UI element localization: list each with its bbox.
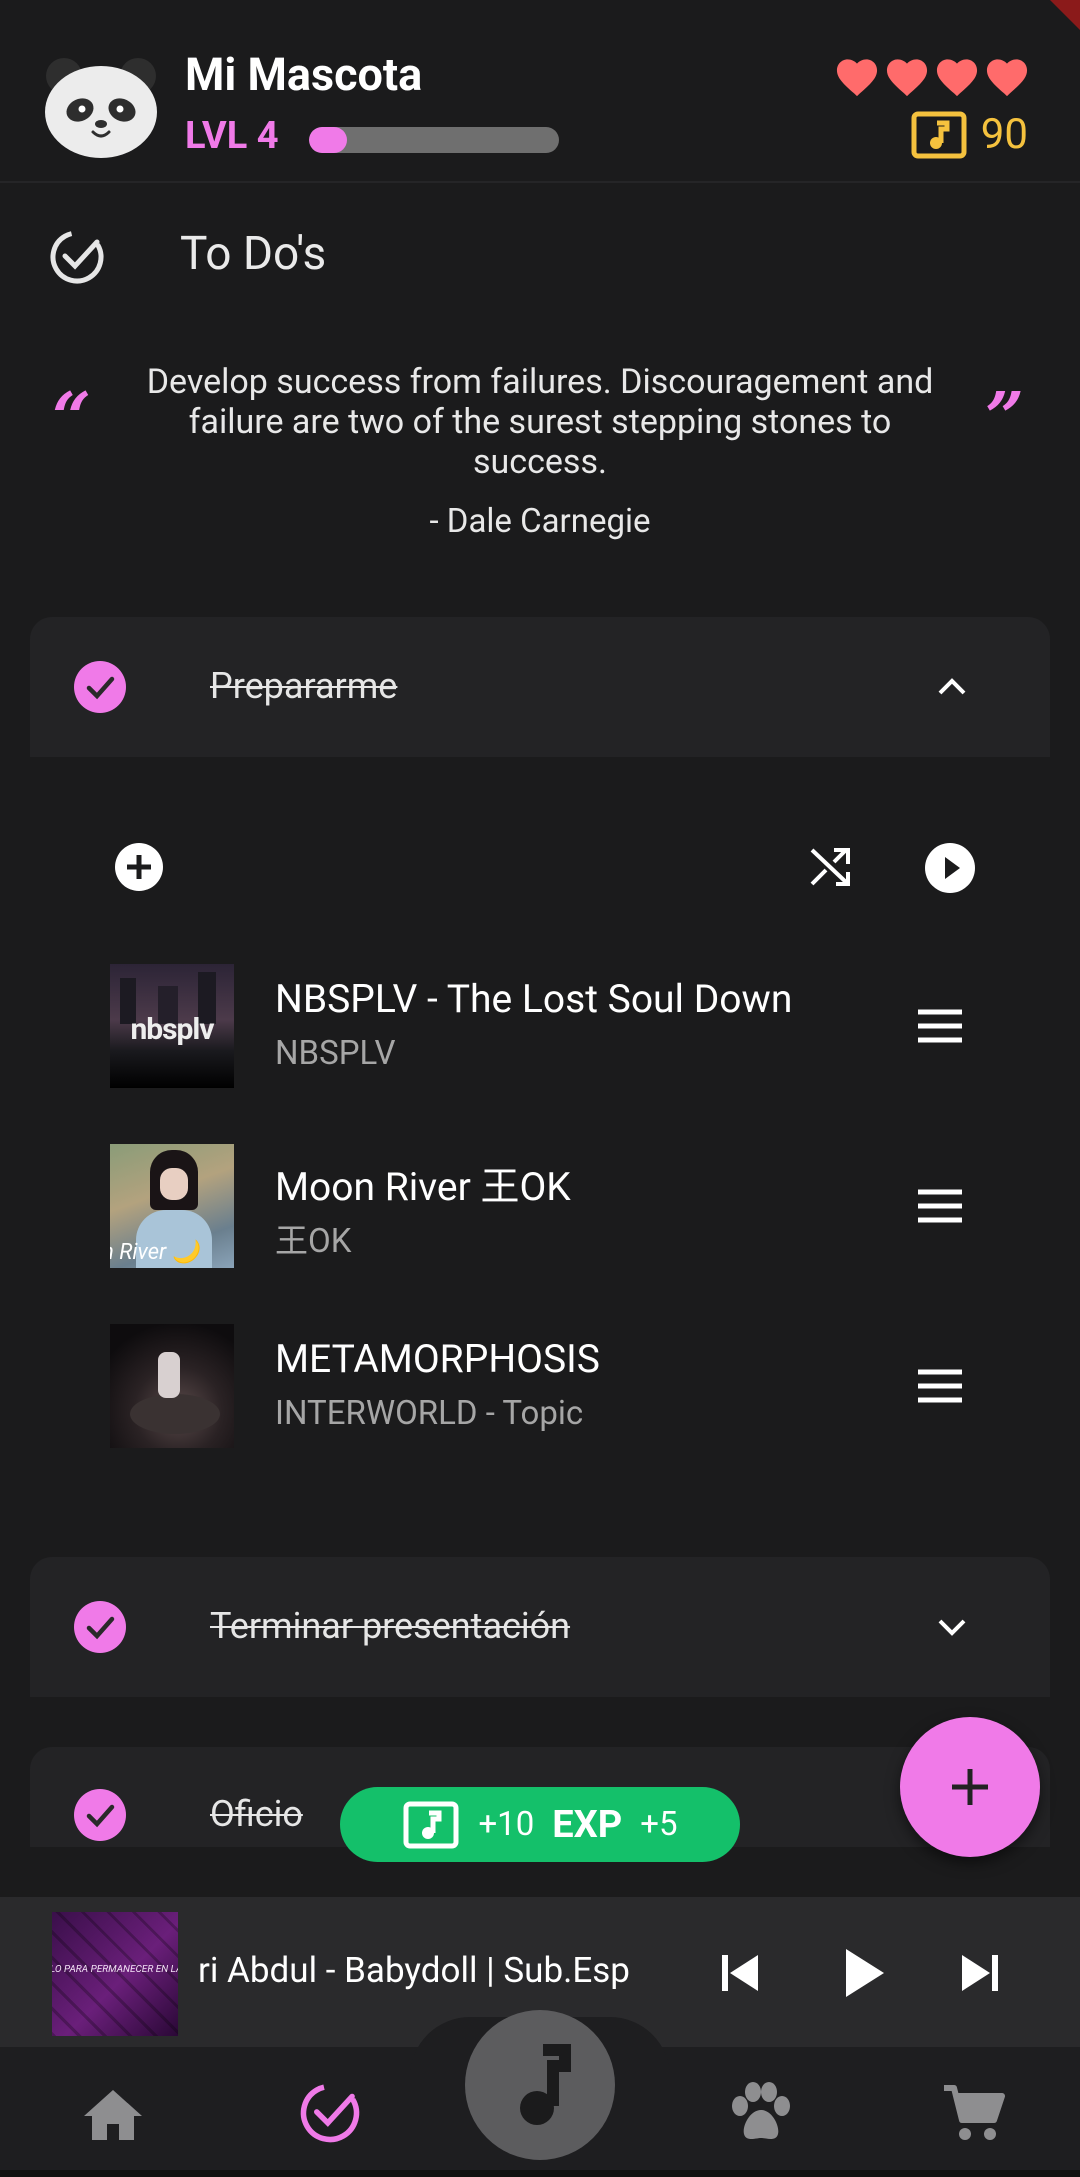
now-playing-thumbnail[interactable]: LO PARA PERMANECER EN LA CI bbox=[52, 1912, 178, 2036]
chevron-down-icon[interactable] bbox=[934, 1609, 970, 1645]
shuffle-icon[interactable] bbox=[806, 842, 854, 890]
xp-progress-fill bbox=[309, 127, 347, 153]
song-title: Moon River 王OK bbox=[275, 1164, 571, 1210]
debug-banner bbox=[1050, 0, 1080, 30]
check-circle-icon[interactable] bbox=[298, 2081, 362, 2145]
app-header: Mi Mascota LVL 4 90 bbox=[0, 0, 1080, 183]
heart-icon bbox=[836, 59, 878, 97]
task-complete-checkbox[interactable] bbox=[74, 661, 126, 713]
song-title: NBSPLV - The Lost Soul Down bbox=[275, 976, 793, 1022]
task-title: Oficio bbox=[210, 1793, 303, 1835]
level-label: LVL 4 bbox=[185, 114, 279, 158]
task-complete-checkbox[interactable] bbox=[74, 1601, 126, 1653]
paw-icon[interactable] bbox=[728, 2082, 794, 2144]
song-artist: 王OK bbox=[275, 1222, 352, 1261]
playlist-song[interactable]: nbsplv NBSPLV - The Lost Soul Down NBSPL… bbox=[110, 964, 990, 1088]
now-playing-title: ri Abdul - Babydoll | Sub.Esp bbox=[198, 1950, 630, 1991]
task-card-prepararme[interactable]: Prepararme bbox=[30, 617, 1050, 757]
quote-author: - Dale Carnegie bbox=[429, 502, 651, 541]
task-complete-checkbox[interactable] bbox=[74, 1789, 126, 1841]
task-title: Terminar presentación bbox=[210, 1605, 571, 1647]
song-artist: INTERWORLD - Topic bbox=[275, 1394, 584, 1433]
exp-label: EXP bbox=[552, 1802, 623, 1847]
coin-count: 90 bbox=[980, 110, 1028, 159]
check-icon bbox=[86, 1804, 115, 1828]
hearts-row bbox=[834, 56, 1030, 98]
coin-counter: 90 bbox=[911, 110, 1028, 159]
task-title: Prepararme bbox=[210, 665, 398, 707]
exp-reward: +5 bbox=[640, 1805, 678, 1844]
coin-reward: +10 bbox=[478, 1805, 535, 1844]
chevron-up-icon[interactable] bbox=[934, 669, 970, 705]
drag-handle-icon[interactable] bbox=[916, 1006, 964, 1046]
music-coin-icon bbox=[911, 111, 967, 158]
thumb-text: n River 🌙 bbox=[110, 1240, 200, 1265]
music-coin-icon bbox=[403, 1801, 459, 1848]
thumb-text: LO PARA PERMANECER EN LA CI bbox=[52, 1964, 178, 1975]
add-task-button[interactable] bbox=[900, 1717, 1040, 1857]
thumb-text: nbsplv bbox=[130, 1012, 214, 1047]
check-icon bbox=[86, 1616, 115, 1640]
song-artist: NBSPLV bbox=[275, 1034, 396, 1073]
song-thumbnail bbox=[110, 1324, 234, 1448]
heart-icon bbox=[886, 59, 928, 97]
drag-handle-icon[interactable] bbox=[916, 1366, 964, 1406]
plus-icon bbox=[952, 1769, 988, 1805]
system-bar bbox=[0, 2170, 1080, 2177]
song-thumbnail: n River 🌙 bbox=[110, 1144, 234, 1268]
task-card-terminar-presentacion[interactable]: Terminar presentación bbox=[30, 1557, 1050, 1697]
music-note-icon bbox=[520, 2044, 571, 2125]
playlist-song[interactable]: n River 🌙 Moon River 王OK 王OK bbox=[110, 1144, 990, 1268]
song-thumbnail: nbsplv bbox=[110, 964, 234, 1088]
open-quote-icon: “ bbox=[52, 378, 92, 458]
drag-handle-icon[interactable] bbox=[916, 1186, 964, 1226]
home-icon[interactable] bbox=[82, 2086, 144, 2142]
panda-avatar[interactable] bbox=[42, 56, 160, 160]
cart-icon[interactable] bbox=[942, 2082, 1006, 2144]
check-icon bbox=[86, 676, 115, 700]
previous-track-icon[interactable] bbox=[716, 1949, 764, 1997]
song-title: METAMORPHOSIS bbox=[275, 1336, 600, 1382]
playlist-song[interactable]: METAMORPHOSIS INTERWORLD - Topic bbox=[110, 1324, 990, 1448]
play-all-icon[interactable] bbox=[924, 842, 976, 894]
xp-progress-bar bbox=[309, 127, 559, 153]
heart-icon bbox=[986, 59, 1028, 97]
reward-toast: +10 EXP +5 bbox=[340, 1787, 740, 1862]
music-center-button[interactable] bbox=[465, 2010, 615, 2160]
next-track-icon[interactable] bbox=[956, 1949, 1004, 1997]
play-icon[interactable] bbox=[840, 1945, 888, 2001]
add-song-icon[interactable] bbox=[114, 842, 164, 892]
section-title: To Do's bbox=[180, 227, 327, 281]
pet-name: Mi Mascota bbox=[185, 48, 423, 101]
check-circle-icon bbox=[50, 230, 104, 284]
heart-icon bbox=[936, 59, 978, 97]
quote-text: Develop success from failures. Discourag… bbox=[146, 362, 934, 482]
close-quote-icon: ” bbox=[985, 378, 1025, 458]
